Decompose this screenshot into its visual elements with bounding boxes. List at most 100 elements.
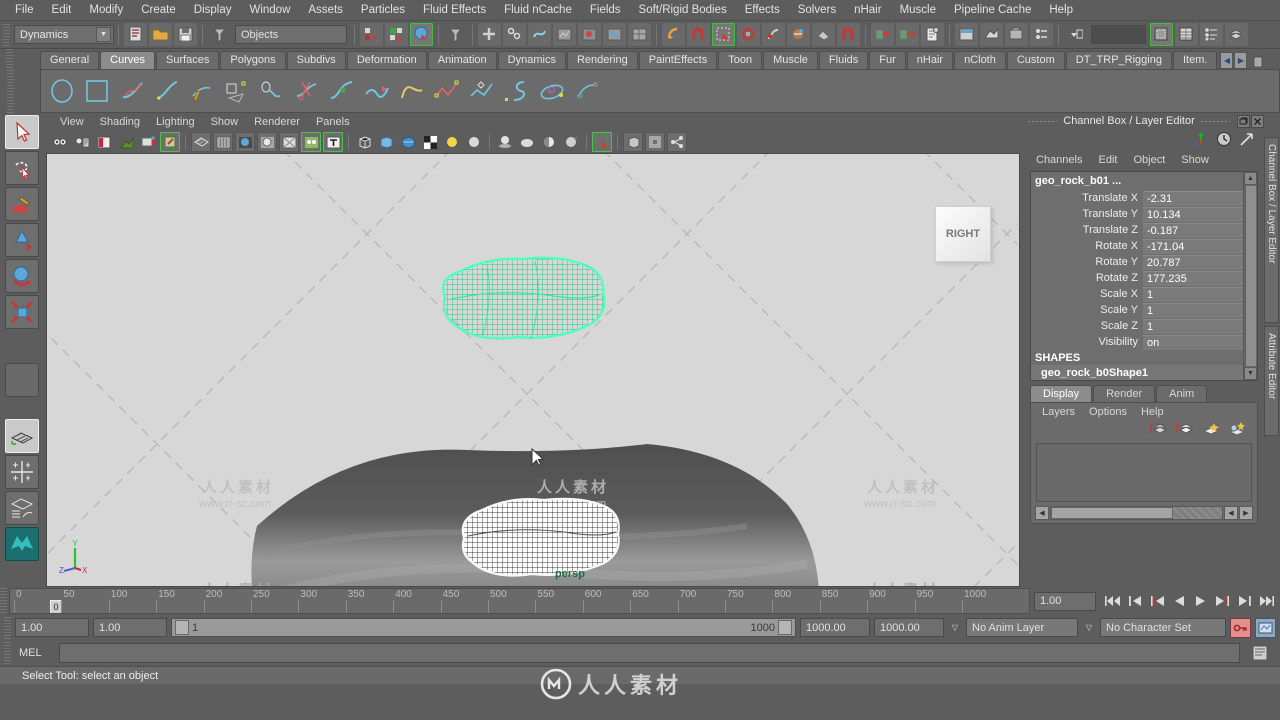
channel-label[interactable]: Rotate Y: [1031, 256, 1143, 268]
scroll-down-arrow[interactable]: ▼: [1244, 367, 1257, 380]
scale-tool[interactable]: [5, 295, 39, 329]
range-start-field[interactable]: 1.00: [15, 618, 89, 637]
persp-outliner-layout-icon[interactable]: [5, 491, 39, 525]
range-end-field[interactable]: 1000.00: [874, 618, 944, 637]
select-tool[interactable]: [5, 115, 39, 149]
safe-title-icon[interactable]: [323, 132, 343, 152]
scroll-thumb[interactable]: [1245, 186, 1256, 366]
menu-item-help[interactable]: Help: [1040, 2, 1082, 18]
unselected-rock-mesh[interactable]: [452, 492, 627, 584]
menu-item-fluid-effects[interactable]: Fluid Effects: [414, 2, 495, 18]
magnet-icon[interactable]: [837, 23, 860, 46]
open-scene-icon[interactable]: [149, 23, 172, 46]
snap-view-plane-icon[interactable]: [553, 23, 576, 46]
channel-row[interactable]: Translate Y 10.134: [1031, 206, 1243, 222]
output-connections-icon[interactable]: [896, 23, 919, 46]
channel-label[interactable]: Rotate Z: [1031, 272, 1143, 284]
nurbs-square-icon[interactable]: [80, 74, 114, 108]
range-right-handle[interactable]: [778, 620, 792, 635]
show-manipulator-icon[interactable]: [921, 23, 944, 46]
channel-label[interactable]: Rotate X: [1031, 240, 1143, 252]
command-language-label[interactable]: MEL: [11, 647, 59, 659]
clock-icon[interactable]: [1216, 131, 1233, 150]
channel-menu-edit[interactable]: Edit: [1090, 153, 1125, 167]
menu-item-nhair[interactable]: nHair: [845, 2, 890, 18]
channel-menu-object[interactable]: Object: [1125, 153, 1173, 167]
camera-attributes-icon[interactable]: [94, 132, 114, 152]
arc-curve-icon[interactable]: [220, 74, 254, 108]
ep-curve-icon[interactable]: [150, 74, 184, 108]
curve-select-icon[interactable]: [762, 23, 785, 46]
channel-row[interactable]: Scale X1: [1031, 286, 1243, 302]
resolution-gate-icon[interactable]: [235, 132, 255, 152]
statusline-drag-handle[interactable]: [3, 23, 10, 46]
channel-value[interactable]: -171.04: [1143, 238, 1243, 254]
range-bar[interactable]: 1 1000: [171, 618, 796, 637]
menu-item-solvers[interactable]: Solvers: [789, 2, 845, 18]
channel-row[interactable]: Rotate Y 20.787: [1031, 254, 1243, 270]
viewport-menu-shading[interactable]: Shading: [92, 115, 148, 129]
dynamics-select-icon[interactable]: [812, 23, 835, 46]
shelf-tab-toon[interactable]: Toon: [718, 51, 763, 69]
channel-box-scrollbar[interactable]: ▲ ▼: [1243, 172, 1257, 380]
arrow-icon[interactable]: [1239, 131, 1256, 150]
time-cursor[interactable]: 0: [50, 600, 62, 613]
viewport-3d[interactable]: 人人素材 www.rr-sc.com 人人素材 www.rr-sc.com 人人…: [46, 153, 1020, 587]
close-icon[interactable]: [1251, 114, 1264, 128]
current-time-field[interactable]: 1.00: [1034, 591, 1096, 611]
step-back-key-icon[interactable]: [1124, 591, 1146, 611]
step-forward-frame-icon[interactable]: [1212, 591, 1234, 611]
move-tool[interactable]: [5, 223, 39, 257]
wireframe-icon[interactable]: [354, 132, 374, 152]
channel-value[interactable]: 10.134: [1143, 206, 1243, 222]
shade-textured-icon[interactable]: [398, 132, 418, 152]
script-editor-icon[interactable]: [1240, 644, 1280, 662]
channel-row[interactable]: Rotate X -171.04: [1031, 238, 1243, 254]
channel-row[interactable]: Translate Z -0.187: [1031, 222, 1243, 238]
vtab-channel-box[interactable]: Channel Box / Layer Editor: [1264, 137, 1279, 323]
layer-tab-display[interactable]: Display: [1030, 385, 1093, 402]
shelf-tab-deformation[interactable]: Deformation: [346, 51, 427, 69]
view-cube[interactable]: RIGHT: [935, 206, 991, 262]
half-shade-icon[interactable]: [539, 132, 559, 152]
smooth-shade-icon[interactable]: [376, 132, 396, 152]
layer-scroll-left-arrow[interactable]: ◀: [1035, 505, 1049, 520]
shelf-tab-fur[interactable]: Fur: [869, 51, 906, 69]
ipr-render-icon[interactable]: [1005, 23, 1028, 46]
attribute-editor-icon[interactable]: [1150, 23, 1173, 46]
new-scene-icon[interactable]: [124, 23, 147, 46]
snap-point-icon[interactable]: [528, 23, 551, 46]
channel-value[interactable]: 1: [1143, 302, 1243, 318]
curl-curve-icon[interactable]: [395, 74, 429, 108]
layer-list[interactable]: [1036, 443, 1252, 502]
channel-value[interactable]: on: [1143, 334, 1243, 350]
character-set-field[interactable]: No Character Set: [1100, 618, 1226, 637]
play-backwards-icon[interactable]: [1168, 591, 1190, 611]
layer-editor-icon[interactable]: [1225, 23, 1248, 46]
view-transform-icon[interactable]: [645, 132, 665, 152]
time-slider-handle[interactable]: [0, 588, 7, 614]
xray-joints-icon[interactable]: [623, 132, 643, 152]
shelf-tab-dynamics[interactable]: Dynamics: [497, 51, 566, 69]
last-tool-slot[interactable]: [5, 363, 39, 397]
render-settings-icon[interactable]: [1030, 23, 1053, 46]
image-plane-icon[interactable]: [138, 132, 158, 152]
menuset-dropdown[interactable]: Dynamics ▼: [14, 25, 114, 44]
shelf-tab-item-[interactable]: Item.: [1172, 51, 1218, 69]
shelf-tab-dt-trp-rigging[interactable]: DT_TRP_Rigging: [1065, 51, 1172, 69]
curve-surface-icon[interactable]: [255, 74, 289, 108]
input-connections-icon[interactable]: [871, 23, 894, 46]
attach-curve-icon[interactable]: [325, 74, 359, 108]
menu-item-assets[interactable]: Assets: [299, 2, 352, 18]
quick-input-field[interactable]: [1091, 25, 1146, 44]
magnet-snap-icon[interactable]: [687, 23, 710, 46]
lasso-tool[interactable]: [5, 151, 39, 185]
select-by-hierarchy-icon[interactable]: [360, 23, 383, 46]
shelf-row-handle[interactable]: [7, 70, 14, 114]
menu-item-particles[interactable]: Particles: [352, 2, 414, 18]
menu-item-fields[interactable]: Fields: [581, 2, 630, 18]
share-viewport-icon[interactable]: [667, 132, 687, 152]
channel-row[interactable]: Visibility on: [1031, 334, 1243, 350]
playback-end-field[interactable]: 1000.00: [800, 618, 870, 637]
layer-tab-anim[interactable]: Anim: [1156, 385, 1208, 402]
